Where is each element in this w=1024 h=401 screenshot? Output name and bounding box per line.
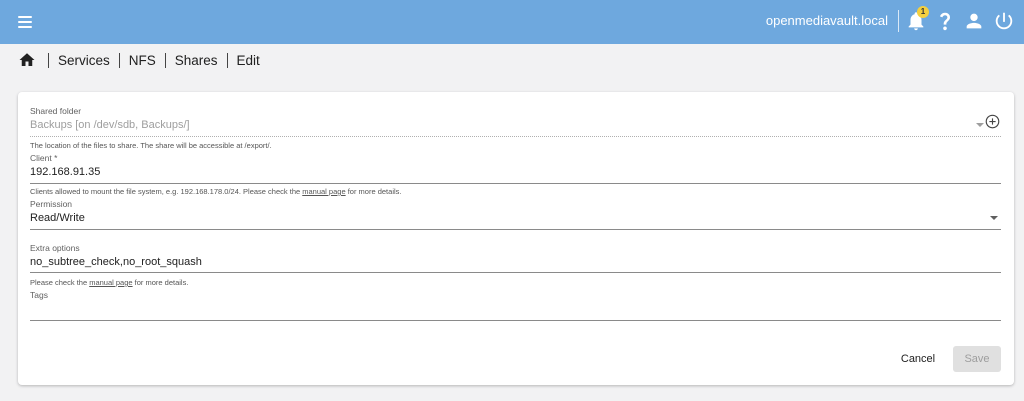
permission-select[interactable]: Read/Write — [30, 212, 85, 224]
notification-badge: 1 — [917, 6, 929, 18]
save-button[interactable]: Save — [953, 346, 1001, 372]
extra-options-manual-page-link[interactable]: manual page — [89, 278, 132, 287]
edit-share-form: Shared folder Backups [on /dev/sdb, Back… — [18, 92, 1014, 385]
chevron-down-icon — [976, 123, 984, 127]
tags-underline — [30, 320, 1001, 321]
breadcrumb-separator — [48, 52, 49, 68]
chevron-down-icon[interactable] — [990, 216, 998, 220]
add-circle-icon[interactable] — [985, 114, 1000, 129]
top-bar: openmediavault.local 1 — [0, 0, 1024, 44]
shared-folder-select: Backups [on /dev/sdb, Backups/] — [30, 119, 190, 131]
breadcrumb-separator — [226, 52, 228, 68]
help-icon[interactable] — [934, 10, 956, 32]
client-input[interactable]: 192.168.91.35 — [30, 166, 100, 178]
power-icon[interactable] — [993, 10, 1015, 32]
extra-options-hint-text: Please check the — [30, 278, 90, 287]
shared-folder-hint: The location of the files to share. The … — [30, 141, 272, 150]
extra-options-input[interactable]: no_subtree_check,no_root_squash — [30, 256, 202, 268]
extra-options-hint-suffix: for more details. — [132, 278, 189, 287]
client-hint: Clients allowed to mount the file system… — [30, 187, 401, 196]
home-icon[interactable] — [18, 51, 36, 69]
extra-options-underline — [30, 272, 1001, 273]
breadcrumb-item-nfs[interactable]: NFS — [129, 53, 156, 68]
permission-underline — [30, 229, 1001, 230]
breadcrumb-separator — [164, 52, 166, 68]
topbar-divider — [898, 10, 899, 32]
breadcrumb-item-services[interactable]: Services — [58, 53, 110, 68]
breadcrumb-item-shares[interactable]: Shares — [175, 53, 218, 68]
hostname: openmediavault.local — [765, 13, 888, 28]
breadcrumb-item-edit: Edit — [236, 52, 260, 68]
client-hint-suffix: for more details. — [345, 187, 402, 196]
breadcrumb: Services NFS Shares Edit — [18, 50, 269, 70]
breadcrumb-separator — [118, 52, 120, 68]
user-icon[interactable] — [963, 10, 985, 32]
extra-options-hint: Please check the manual page for more de… — [30, 278, 188, 287]
shared-folder-label: Shared folder — [30, 106, 82, 116]
cancel-button[interactable]: Cancel — [894, 346, 942, 372]
client-hint-text: Clients allowed to mount the file system… — [30, 187, 303, 196]
tags-label: Tags — [30, 290, 48, 300]
extra-options-label: Extra options — [30, 243, 80, 253]
permission-label: Permission — [30, 199, 73, 209]
client-label: Client * — [30, 153, 58, 163]
client-manual-page-link[interactable]: manual page — [302, 187, 345, 196]
client-underline — [30, 183, 1001, 184]
shared-folder-underline — [30, 136, 1001, 137]
menu-icon[interactable] — [16, 12, 38, 32]
